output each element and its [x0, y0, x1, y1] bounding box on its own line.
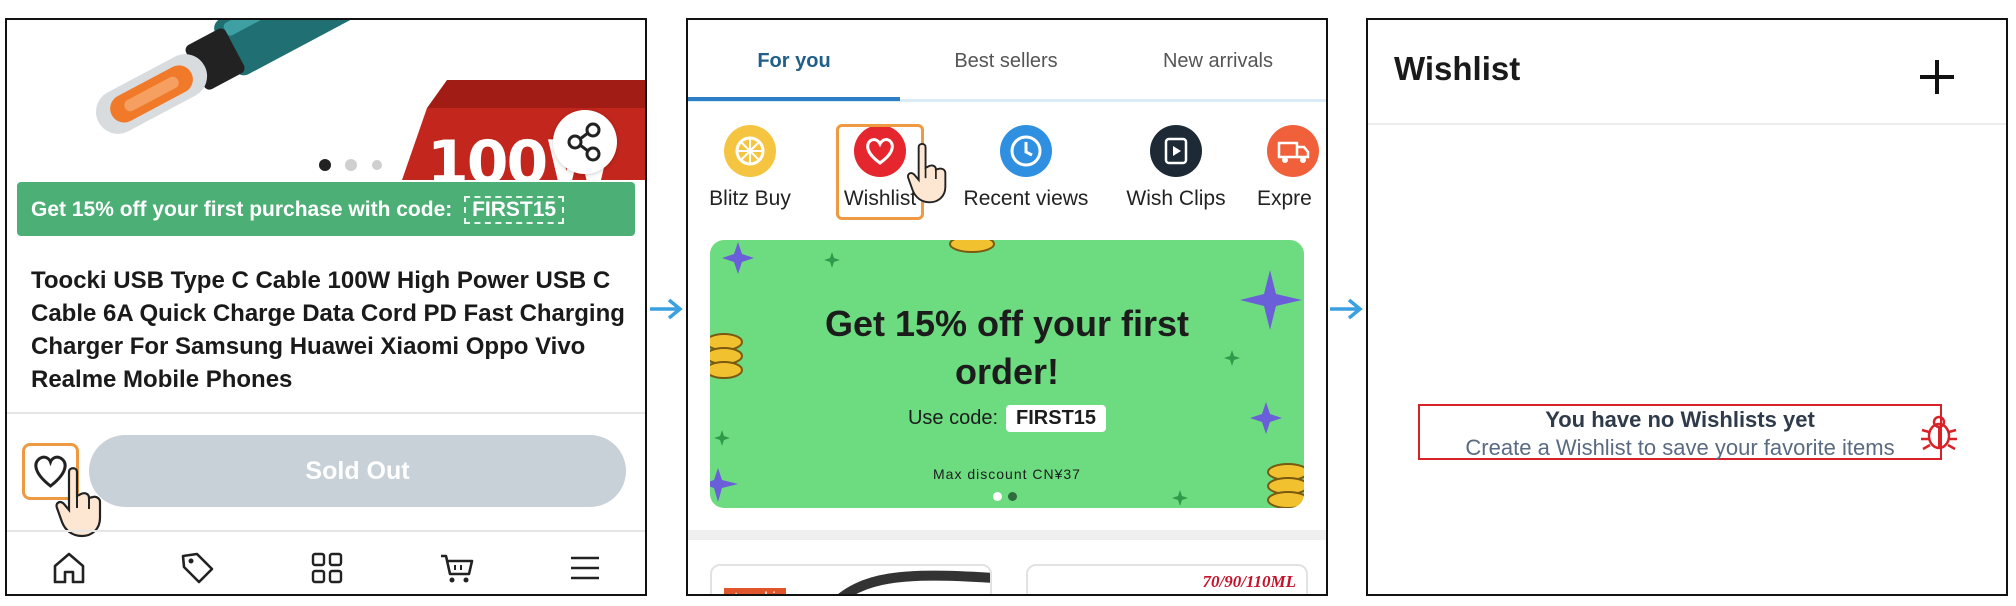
carousel-dots — [993, 488, 1023, 506]
page-title: Wishlist — [1394, 50, 1521, 87]
promo-carousel-banner[interactable]: Get 15% off your first order! Use code: F… — [710, 240, 1304, 508]
banner-title: Get 15% off your first order! — [710, 300, 1304, 396]
promo-banner: Get 15% off your first purchase with cod… — [17, 182, 635, 236]
share-icon — [567, 122, 601, 162]
tab-best-sellers[interactable]: Best sellers — [900, 50, 1112, 73]
tap-hand-icon — [907, 143, 947, 204]
empty-state: You have no Wishlists yet Create a Wishl… — [1418, 404, 1942, 460]
truck-icon — [1267, 125, 1319, 177]
menu-icon[interactable] — [565, 548, 605, 588]
banner-code-row: Use code: FIRST15 — [710, 405, 1304, 432]
shortcut-label: Expre — [1257, 187, 1312, 210]
product-card[interactable]: 70/90/110ML — [1026, 564, 1308, 594]
tab-for-you[interactable]: For you — [688, 50, 900, 73]
banner-title-line: order! — [954, 351, 1059, 392]
bottom-navigation — [7, 542, 645, 594]
carousel-dot[interactable] — [1008, 492, 1017, 501]
tab-new-arrivals[interactable]: New arrivals — [1112, 50, 1324, 73]
tag-icon[interactable] — [177, 548, 217, 588]
video-clip-icon — [1150, 125, 1202, 177]
shortcut-label: Recent views — [963, 187, 1089, 210]
divider — [7, 530, 645, 532]
home-screen: For you Best sellers New arrivals Blitz … — [686, 18, 1328, 596]
active-tab-indicator — [688, 97, 900, 101]
share-button[interactable] — [553, 110, 617, 174]
promo-code[interactable]: FIRST15 — [464, 196, 565, 224]
promo-text: Get 15% off your first purchase with cod… — [31, 198, 453, 221]
grid-icon[interactable] — [307, 548, 347, 588]
section-separator — [688, 530, 1326, 540]
tab-bar: For you Best sellers New arrivals — [688, 20, 1326, 104]
cart-icon[interactable] — [437, 548, 477, 588]
product-card[interactable]: toocki — [710, 564, 992, 594]
blitz-buy-icon — [724, 125, 776, 177]
banner-title-line: Get 15% off your first — [824, 303, 1190, 344]
max-discount-text: Max discount CN¥37 — [933, 466, 1081, 482]
clock-icon — [1000, 125, 1052, 177]
shortcut-express[interactable]: Expre — [1253, 125, 1326, 211]
add-icon[interactable] — [1916, 56, 1958, 98]
product-image[interactable]: 100W — [7, 20, 645, 180]
card-label: 70/90/110ML — [1202, 572, 1296, 591]
card-brand: toocki — [724, 588, 786, 594]
empty-state-subtitle: Create a Wishlist to save your favorite … — [1465, 435, 1895, 460]
divider — [7, 412, 645, 414]
shortcut-wish-clips[interactable]: Wish Clips — [1106, 125, 1246, 211]
banner-code[interactable]: FIRST15 — [1006, 405, 1107, 432]
empty-state-title: You have no Wishlists yet — [1545, 407, 1815, 432]
code-label: Use code: — [907, 407, 999, 429]
carousel-dot[interactable] — [993, 492, 1002, 501]
shortcut-label: Blitz Buy — [709, 187, 791, 210]
shortcut-label: Wish Clips — [1126, 187, 1226, 210]
home-icon[interactable] — [49, 548, 89, 588]
divider — [1368, 123, 2006, 125]
step-arrow-icon — [1330, 298, 1363, 320]
shortcut-recent-views[interactable]: Recent views — [951, 125, 1101, 211]
tap-hand-icon — [55, 467, 102, 538]
wishlist-screen: Wishlist You have no Wishlists yet Creat… — [1366, 18, 2008, 596]
shortcut-blitz-buy[interactable]: Blitz Buy — [688, 125, 820, 211]
bug-icon — [1921, 415, 1957, 451]
product-screen: 100W Get 15% off your first purchase wit… — [5, 18, 647, 596]
product-title: Toocki USB Type C Cable 100W High Power … — [31, 267, 625, 393]
step-arrow-icon — [650, 298, 683, 320]
sold-out-button[interactable]: Sold Out — [89, 435, 626, 507]
